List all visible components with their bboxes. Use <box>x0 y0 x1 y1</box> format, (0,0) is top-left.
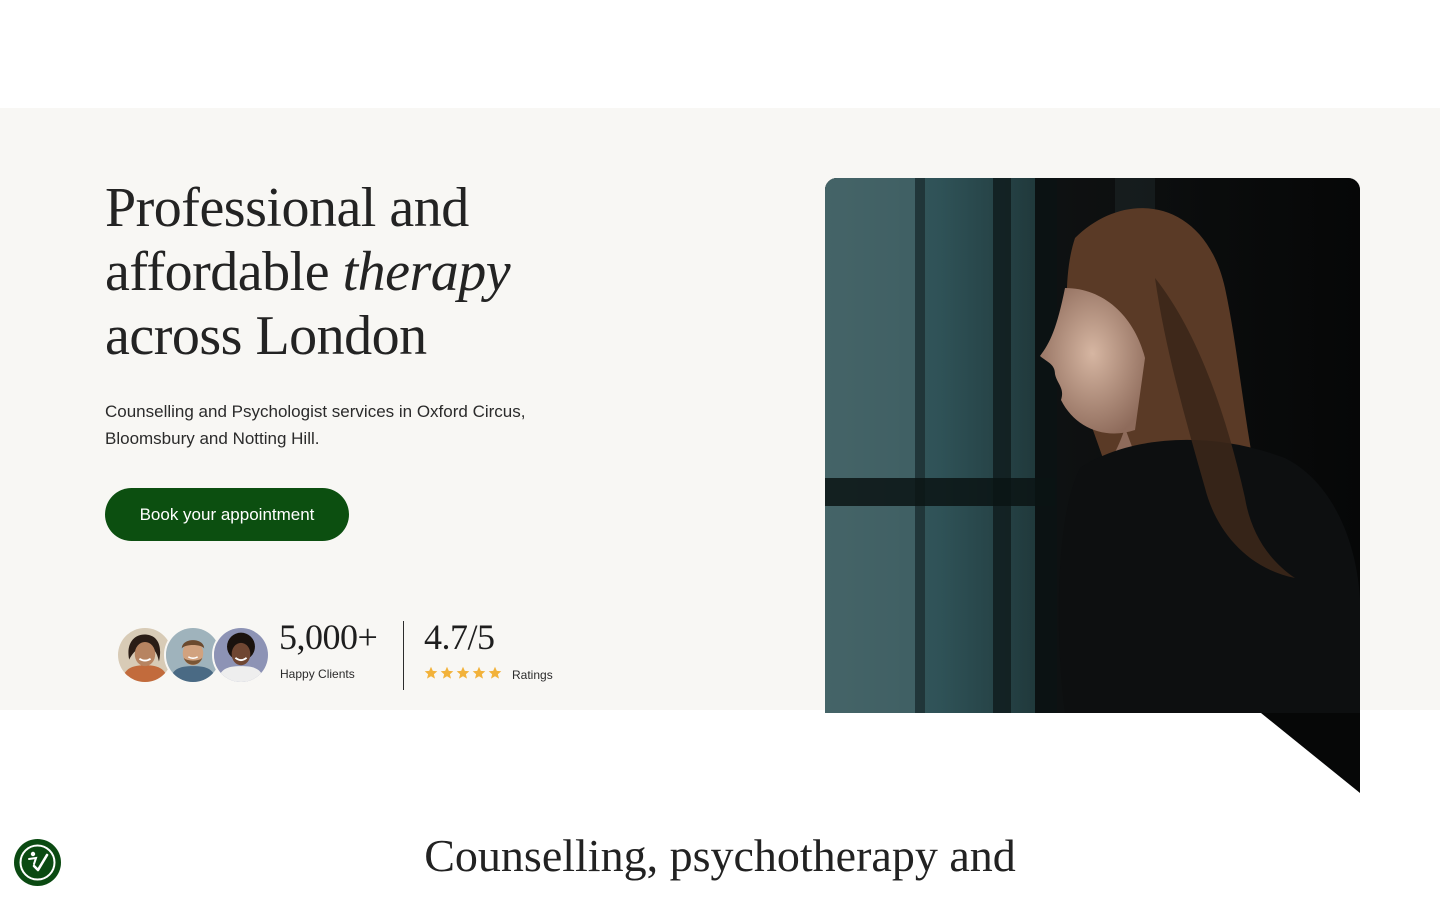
rating-stars <box>424 666 502 680</box>
hero-image <box>825 178 1360 713</box>
stats-divider <box>403 621 404 690</box>
book-appointment-button[interactable]: Book your appointment <box>105 488 349 541</box>
hero-subtitle: Counselling and Psychologist services in… <box>105 402 526 448</box>
accessibility-button[interactable] <box>14 839 61 886</box>
hero-title: Professional and affordable therapy acro… <box>105 176 665 368</box>
client-avatars <box>116 626 272 686</box>
rating-label: Ratings <box>512 668 553 682</box>
hero-title-line-2: affordable <box>105 241 343 303</box>
star-icon <box>456 666 470 679</box>
star-icon <box>424 666 438 679</box>
clients-count: 5,000+ <box>279 617 378 657</box>
accessibility-check-icon <box>15 840 60 885</box>
site-header <box>0 0 1440 108</box>
star-icon <box>440 666 454 679</box>
clients-label: Happy Clients <box>280 667 355 681</box>
services-section-title: Counselling, psychotherapy and <box>424 830 1016 881</box>
hero-title-emphasis: therapy <box>342 241 511 303</box>
star-icon <box>488 666 502 679</box>
hero-title-line-3: across London <box>105 305 427 367</box>
hero-title-line-1: Professional and <box>105 177 469 239</box>
star-icon <box>472 666 486 679</box>
rating-score: 4.7/5 <box>424 617 495 657</box>
avatar <box>212 626 270 684</box>
hero-image-tail <box>825 713 1360 793</box>
